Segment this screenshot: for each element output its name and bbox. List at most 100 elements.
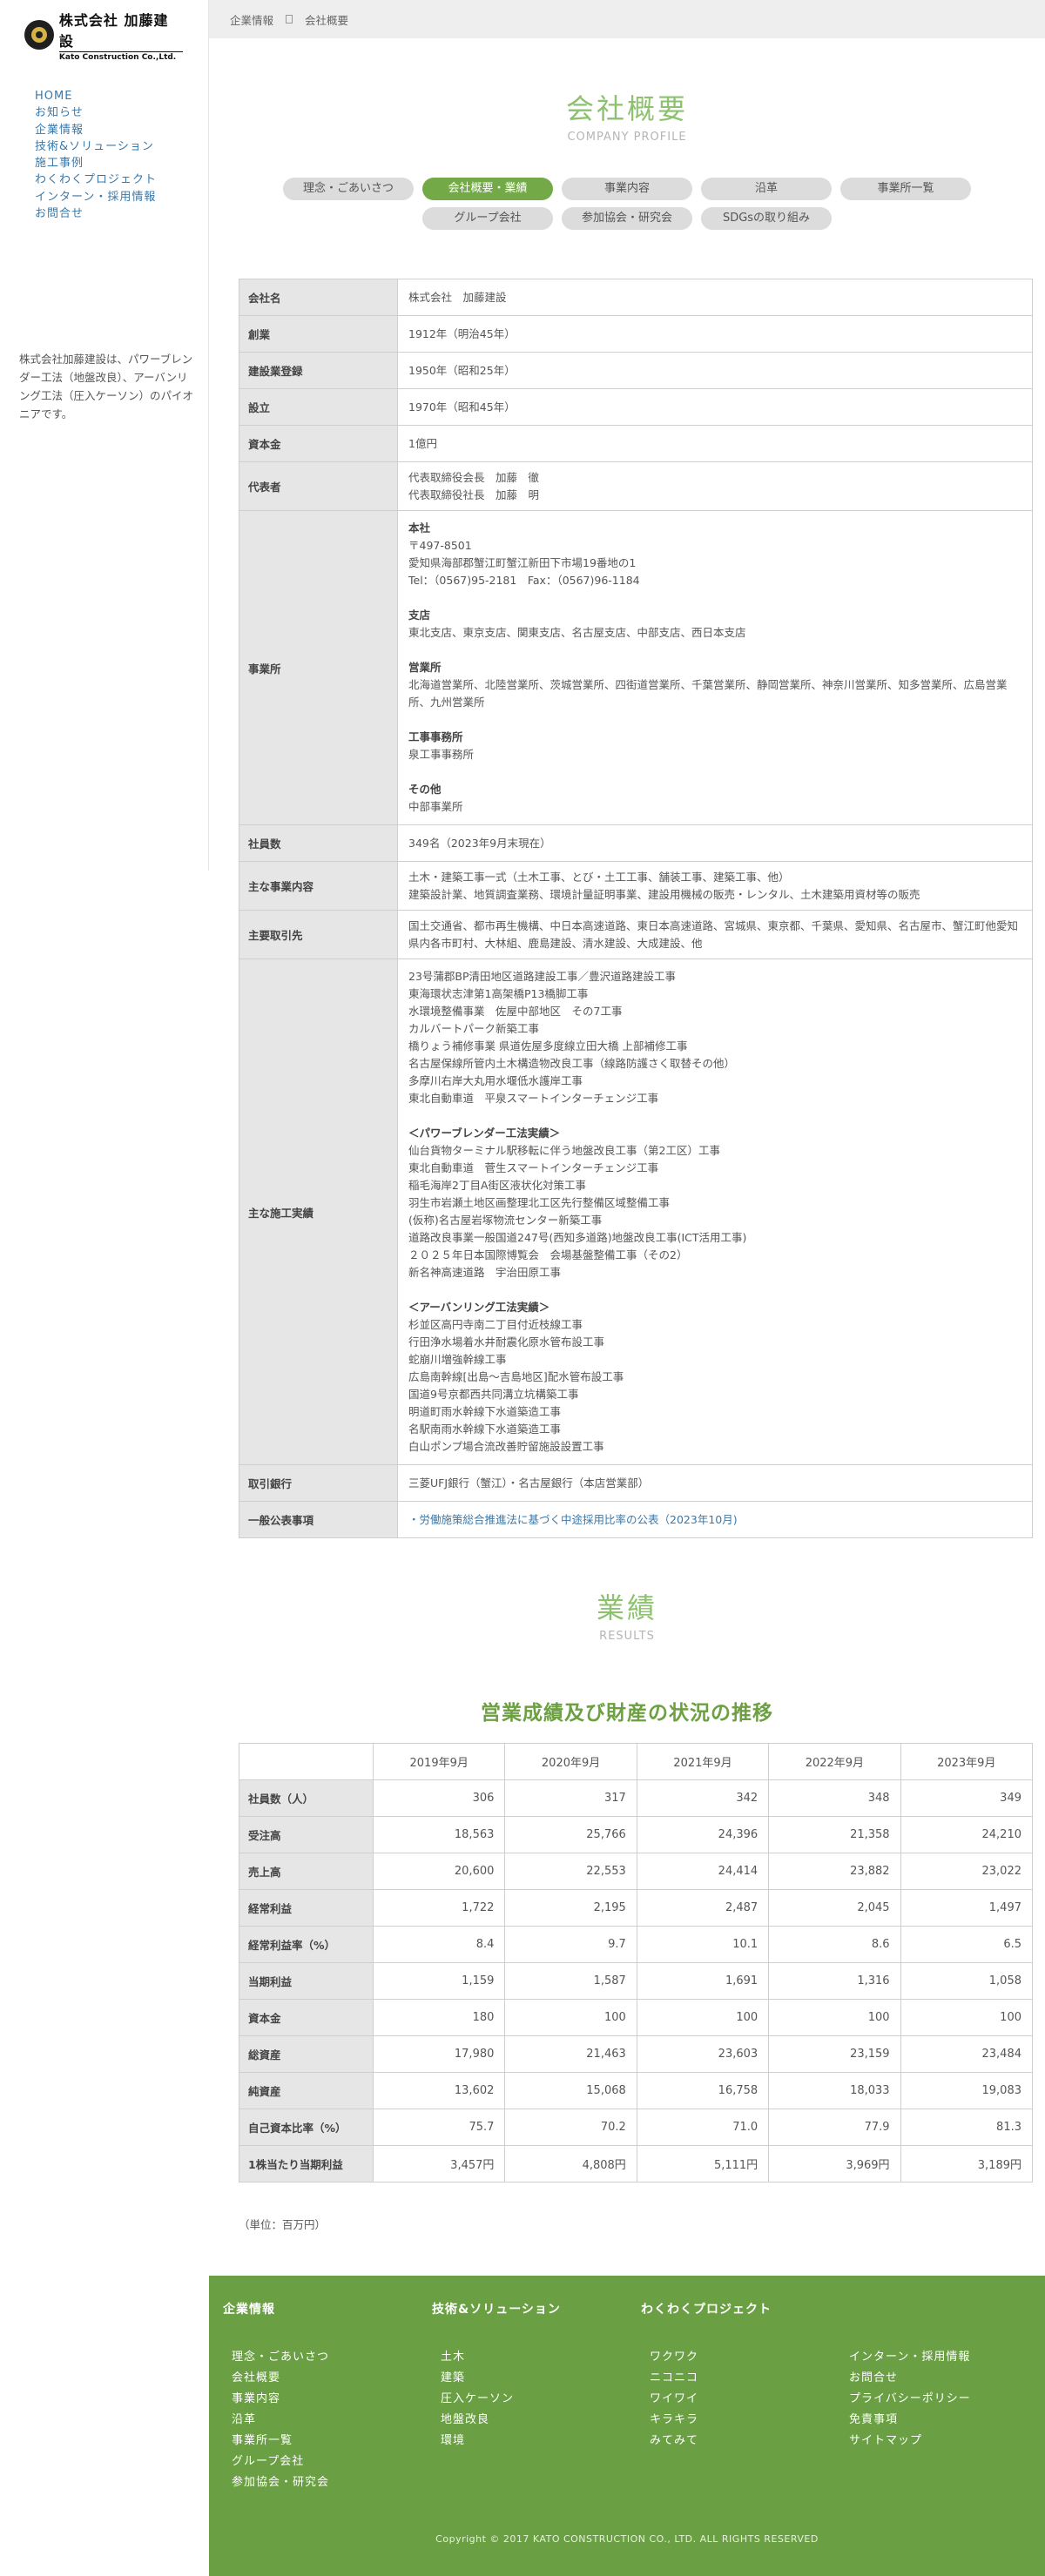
results-cell: 8.4 — [372, 1926, 506, 1963]
tab-offices[interactable]: 事業所一覧 — [840, 178, 971, 200]
row-value: 23号蒲郡BP清田地区道路建設工事／豊沢道路建設工事 東海環状志津第1高架橋P1… — [397, 958, 1033, 1465]
footer-link[interactable]: ニコニコ — [650, 2368, 772, 2389]
footer-link[interactable]: サイトマップ — [849, 2431, 971, 2452]
results-cell: 1,316 — [768, 1962, 901, 2000]
results-subtitle: 営業成績及び財産の状況の推移 — [481, 1702, 773, 1725]
footer-col-title[interactable]: 技術&ソリューション — [432, 2300, 561, 2319]
tab-group[interactable]: グループ会社 — [422, 207, 553, 230]
results-row-label: 当期利益 — [239, 1962, 374, 2000]
results-cell: 19,083 — [900, 2072, 1034, 2109]
results-cell: 348 — [768, 1779, 901, 1817]
row-label: 事業所 — [239, 510, 398, 825]
tab-history[interactable]: 沿革 — [701, 178, 832, 200]
tab-sdgs[interactable]: SDGsの取り組み — [701, 207, 832, 230]
head-office-phone: Tel：（0567)95-2181 Fax：（0567)96-1184 — [408, 574, 640, 587]
row-label: 主要取引先 — [239, 910, 398, 959]
urbanring-title: ＜アーバンリング工法実績＞ — [408, 1301, 550, 1314]
results-row: 自己資本比率（%） 75.7 70.2 71.0 77.9 81.3 — [239, 2109, 1034, 2146]
sidebar-item-recruit[interactable]: インターン・採用情報 — [35, 189, 157, 205]
results-cell: 317 — [504, 1779, 637, 1817]
tab-philosophy[interactable]: 理念・ごあいさつ — [283, 178, 414, 200]
footer-col-title[interactable]: 企業情報 — [223, 2300, 329, 2319]
results-cell: 100 — [768, 1999, 901, 2036]
breadcrumb-item-company[interactable]: 企業情報 — [230, 11, 273, 28]
works-item: 国道9号京都西共同溝立坑構築工事 — [408, 1388, 579, 1401]
sidebar-item-contact[interactable]: お問合せ — [35, 205, 157, 222]
results-heading: 業績 RESULTS — [209, 1586, 1045, 1643]
other-offices-title: その他 — [408, 783, 442, 796]
results-title-en: RESULTS — [599, 1630, 655, 1643]
sidebar-item-company[interactable]: 企業情報 — [35, 122, 157, 138]
works-item: 行田浄水場着水井耐震化原水管布設工事 — [408, 1335, 605, 1349]
tab-business[interactable]: 事業内容 — [562, 178, 692, 200]
footer-col-title[interactable]: わくわくプロジェクト — [641, 2300, 772, 2319]
results-cell: 25,766 — [504, 1816, 637, 1853]
results-row-label: 社員数（人） — [239, 1779, 374, 1817]
results-table: 2019年9月 2020年9月 2021年9月 2022年9月 2023年9月 … — [239, 1743, 1034, 2183]
results-row-label: 総資産 — [239, 2035, 374, 2073]
results-cell: 349 — [900, 1779, 1034, 1817]
header-corner — [239, 1743, 374, 1780]
other-offices-list: 中部事業所 — [408, 800, 463, 813]
sidebar-item-news[interactable]: お知らせ — [35, 104, 157, 121]
works-item: 仙台貨物ターミナル駅移転に伴う地盤改良工事（第2工区）工事 — [408, 1144, 720, 1157]
footer-link[interactable]: キラキラ — [650, 2410, 772, 2431]
company-logo[interactable]: 株式会社 加藤建設 Kato Construction Co.,Ltd. — [24, 12, 183, 62]
footer-link[interactable]: 建築 — [441, 2368, 561, 2389]
results-row-label: 純資産 — [239, 2072, 374, 2109]
row-value: 1億円 — [397, 425, 1033, 462]
results-cell: 5,111円 — [636, 2145, 770, 2183]
footer-link[interactable]: ワクワク — [650, 2347, 772, 2368]
footer-link[interactable]: 圧入ケーソン — [441, 2389, 561, 2410]
row-value: 国土交通省、都市再生機構、中日本高速道路、東日本高速道路、宮城県、東京都、千葉県… — [397, 910, 1033, 959]
row-label: 創業 — [239, 315, 398, 353]
footer-link[interactable]: 事業所一覧 — [232, 2431, 329, 2452]
footer-link[interactable]: 環境 — [441, 2431, 561, 2452]
results-row: 経常利益率（%） 8.4 9.7 10.1 8.6 6.5 — [239, 1926, 1034, 1963]
tab-profile-results[interactable]: 会社概要・業績 — [422, 178, 553, 200]
works-item: 羽生市岩瀬土地区画整理北工区先行整備区域整備工事 — [408, 1196, 671, 1209]
results-cell: 24,210 — [900, 1816, 1034, 1853]
public-notice-link[interactable]: ・労働施策総合推進法に基づく中途採用比率の公表（2023年10月) — [408, 1513, 738, 1526]
footer-link[interactable]: ワイワイ — [650, 2389, 772, 2410]
table-row: 創業 1912年（明治45年） — [239, 315, 1033, 353]
head-office-zip: 〒497-8501 — [408, 539, 472, 552]
row-value: 1912年（明治45年） — [397, 315, 1033, 353]
footer-link[interactable]: グループ会社 — [232, 2452, 329, 2472]
footer-link[interactable]: 事業内容 — [232, 2389, 329, 2410]
results-cell: 1,497 — [900, 1889, 1034, 1927]
footer-link[interactable]: 土木 — [441, 2347, 561, 2368]
results-cell: 81.3 — [900, 2109, 1034, 2146]
results-cell: 23,159 — [768, 2035, 901, 2073]
footer-link[interactable]: インターン・採用情報 — [849, 2347, 971, 2368]
footer-link[interactable]: お問合せ — [849, 2368, 971, 2389]
branches-title: 支店 — [408, 609, 431, 622]
footer-link[interactable]: 参加協会・研究会 — [232, 2472, 329, 2493]
results-cell: 8.6 — [768, 1926, 901, 1963]
sidebar-item-home[interactable]: HOME — [35, 88, 157, 104]
sidebar-item-cases[interactable]: 施工事例 — [35, 155, 157, 172]
works-item: 蛇崩川増強幹線工事 — [408, 1353, 507, 1366]
footer: 企業情報 理念・ごあいさつ 会社概要 事業内容 沿革 事業所一覧 グループ会社 … — [209, 2276, 1045, 2576]
works-item: 広島南幹線[出島〜吉島地区]配水管布設工事 — [408, 1370, 624, 1383]
results-cell: 21,463 — [504, 2035, 637, 2073]
row-value: 三菱UFJ銀行（蟹江）・名古屋銀行（本店営業部） — [397, 1464, 1033, 1502]
results-title: 業績 — [596, 1591, 657, 1624]
sidebar: 株式会社 加藤建設 Kato Construction Co.,Ltd. HOM… — [0, 0, 209, 871]
sidebar-item-technology[interactable]: 技術&ソリューション — [35, 138, 157, 155]
footer-link[interactable]: 理念・ごあいさつ — [232, 2347, 329, 2368]
sidebar-item-project[interactable]: わくわくプロジェクト — [35, 172, 157, 188]
results-cell: 306 — [372, 1779, 506, 1817]
footer-link[interactable]: 免責事項 — [849, 2410, 971, 2431]
table-row: 取引銀行 三菱UFJ銀行（蟹江）・名古屋銀行（本店営業部） — [239, 1464, 1033, 1502]
row-label: 会社名 — [239, 279, 398, 316]
footer-link[interactable]: 会社概要 — [232, 2368, 329, 2389]
footer-link[interactable]: 沿革 — [232, 2410, 329, 2431]
footer-link[interactable]: みてみて — [650, 2431, 772, 2452]
footer-link[interactable]: 地盤改良 — [441, 2410, 561, 2431]
footer-link[interactable]: プライバシーポリシー — [849, 2389, 971, 2410]
footer-col-project: わくわくプロジェクト ワクワク ニコニコ ワイワイ キラキラ みてみて — [641, 2300, 772, 2452]
tab-associations[interactable]: 参加協会・研究会 — [562, 207, 692, 230]
row-label: 代表者 — [239, 461, 398, 511]
results-cell: 180 — [372, 1999, 506, 2036]
